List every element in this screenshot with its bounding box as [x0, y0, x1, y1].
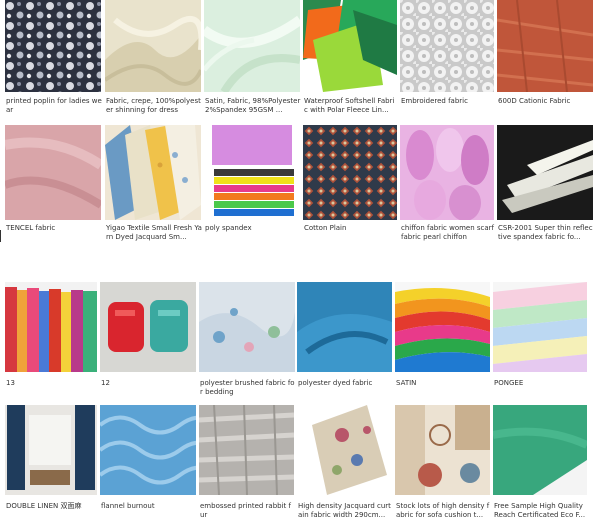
product-image[interactable]: [100, 282, 196, 372]
product-image[interactable]: [497, 125, 593, 220]
product-image[interactable]: [5, 125, 101, 220]
product-image[interactable]: [400, 0, 494, 92]
product-caption[interactable]: TENCEL fabric: [6, 224, 102, 233]
product-tile[interactable]: Free Sample High Quality Reach Certifica…: [493, 405, 587, 522]
text-cursor: [0, 230, 1, 242]
product-image[interactable]: [400, 125, 494, 220]
product-caption[interactable]: Fabric, crepe, 100%polyester shinning fo…: [106, 97, 202, 115]
product-image[interactable]: [297, 282, 392, 372]
product-tile[interactable]: 600D Cationic Fabric: [497, 0, 593, 120]
product-caption[interactable]: Satin, Fabric, 98%Polyester 2%Spandex 95…: [205, 97, 301, 115]
product-caption[interactable]: chiffon fabric women scarf fabric pearl …: [401, 224, 495, 242]
product-tile[interactable]: chiffon fabric women scarf fabric pearl …: [400, 125, 494, 243]
product-caption[interactable]: flannel burnout: [101, 502, 197, 511]
product-caption[interactable]: Cotton Plain: [304, 224, 398, 233]
product-caption[interactable]: DOUBLE LINEN 双面麻: [6, 502, 98, 511]
product-caption[interactable]: Free Sample High Quality Reach Certifica…: [494, 502, 588, 520]
product-caption[interactable]: Waterproof Softshell Fabric with Polar F…: [304, 97, 398, 115]
product-tile[interactable]: Yigao Textile Small Fresh Yarn Dyed Jacq…: [105, 125, 202, 243]
product-image[interactable]: [199, 282, 295, 372]
product-tile[interactable]: 13: [5, 282, 97, 390]
product-tile[interactable]: TENCEL fabric: [5, 125, 101, 243]
product-caption[interactable]: 12: [101, 379, 197, 388]
product-tile[interactable]: polyester brushed fabric for bedding: [199, 282, 295, 396]
product-tile[interactable]: poly spandex: [204, 125, 300, 243]
product-caption[interactable]: CSR-2001 Super thin reflective spandex f…: [498, 224, 594, 242]
product-image[interactable]: [303, 125, 397, 220]
product-tile[interactable]: Embroidered fabric: [400, 0, 494, 120]
product-caption[interactable]: embossed printed rabbit fur: [200, 502, 295, 520]
product-tile[interactable]: Fabric, crepe, 100%polyester shinning fo…: [105, 0, 201, 120]
product-image[interactable]: [204, 125, 300, 220]
product-image[interactable]: [297, 405, 392, 495]
product-image[interactable]: [395, 405, 490, 495]
product-tile[interactable]: PONGEE: [493, 282, 587, 390]
product-image[interactable]: [100, 405, 196, 495]
product-image[interactable]: [493, 405, 587, 495]
product-image[interactable]: [303, 0, 397, 92]
product-image[interactable]: [497, 0, 593, 92]
product-caption[interactable]: PONGEE: [494, 379, 588, 388]
product-image[interactable]: [5, 282, 97, 372]
product-tile[interactable]: High density Jacquard curtain fabric wid…: [297, 405, 392, 522]
product-tile[interactable]: Satin, Fabric, 98%Polyester 2%Spandex 95…: [204, 0, 300, 120]
product-image[interactable]: [199, 405, 294, 495]
product-tile[interactable]: polyester dyed fabric: [297, 282, 392, 390]
product-image[interactable]: [105, 125, 201, 220]
product-tile[interactable]: flannel burnout: [100, 405, 196, 522]
product-image[interactable]: [5, 405, 97, 495]
product-caption[interactable]: Yigao Textile Small Fresh Yarn Dyed Jacq…: [106, 224, 202, 242]
product-caption[interactable]: poly spandex: [205, 224, 301, 233]
product-tile[interactable]: embossed printed rabbit fur: [199, 405, 294, 522]
product-caption[interactable]: printed poplin for ladies wear: [6, 97, 102, 115]
product-caption[interactable]: High density Jacquard curtain fabric wid…: [298, 502, 393, 520]
product-caption[interactable]: Embroidered fabric: [401, 97, 495, 106]
product-caption[interactable]: polyester dyed fabric: [298, 379, 393, 388]
product-image[interactable]: [204, 0, 300, 92]
product-caption[interactable]: SATIN: [396, 379, 491, 388]
product-tile[interactable]: 12: [100, 282, 196, 390]
product-caption[interactable]: polyester brushed fabric for bedding: [200, 379, 296, 397]
product-image[interactable]: [493, 282, 587, 372]
product-tile[interactable]: Waterproof Softshell Fabric with Polar F…: [303, 0, 397, 120]
product-tile[interactable]: Cotton Plain: [303, 125, 397, 243]
product-tile[interactable]: Stock lots of high density fabric for so…: [395, 405, 490, 522]
product-caption[interactable]: 13: [6, 379, 98, 388]
product-image[interactable]: [105, 0, 201, 92]
product-tile[interactable]: DOUBLE LINEN 双面麻: [5, 405, 97, 522]
product-caption[interactable]: Stock lots of high density fabric for so…: [396, 502, 491, 520]
product-image[interactable]: [395, 282, 490, 372]
product-tile[interactable]: printed poplin for ladies wear: [5, 0, 102, 120]
product-tile[interactable]: CSR-2001 Super thin reflective spandex f…: [497, 125, 593, 243]
product-image[interactable]: [5, 0, 101, 92]
product-caption[interactable]: 600D Cationic Fabric: [498, 97, 594, 106]
product-tile[interactable]: SATIN: [395, 282, 490, 390]
